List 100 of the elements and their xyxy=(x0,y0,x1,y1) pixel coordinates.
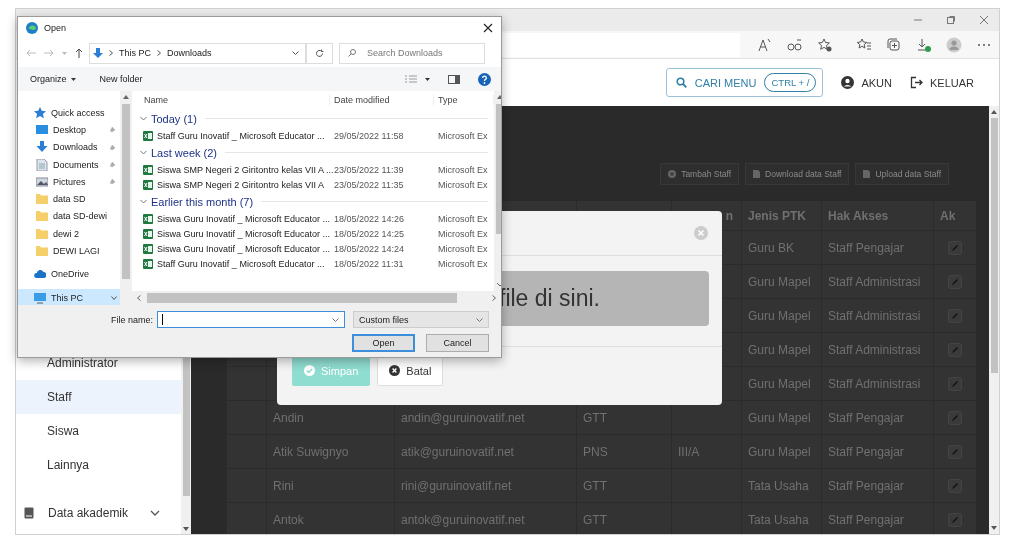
check-circle-icon xyxy=(304,365,315,376)
scrollbar-thumb[interactable] xyxy=(122,104,130,279)
group-header[interactable]: Today (1) xyxy=(140,109,494,128)
search-icon xyxy=(675,77,687,88)
translate-icon[interactable] xyxy=(787,36,803,53)
table-cell: rini@guruinovatif.net xyxy=(401,478,512,493)
chevron-down-icon xyxy=(150,510,160,516)
toolbar-button[interactable]: Tambah Staff xyxy=(660,163,740,185)
table-cell: Atik Suwignyo xyxy=(273,444,349,459)
table-cell: andin@guruinovatif.net xyxy=(401,410,525,425)
toolbar-button[interactable]: Download data Staff xyxy=(745,163,850,185)
logout-link[interactable]: KELUAR xyxy=(909,76,974,89)
nav-item[interactable]: dewi 2 xyxy=(18,225,120,243)
file-icon xyxy=(753,170,761,178)
scroll-right-icon[interactable] xyxy=(492,295,496,301)
column-header: Jenis PTK xyxy=(748,208,807,223)
file-name[interactable]: Staff Guru Inovatif _ Microsoft Educator ... xyxy=(157,130,325,141)
group-header[interactable]: Last week (2) xyxy=(140,143,494,162)
nav-item[interactable]: Desktop xyxy=(18,121,120,139)
open-button[interactable]: Open xyxy=(352,334,415,352)
table-cell: Staff Pengajar xyxy=(828,478,904,493)
file-name[interactable]: Siswa Guru Inovatif _ Microsoft Educator ... xyxy=(157,213,331,224)
chevron-down-icon xyxy=(140,115,147,122)
dropdown-icon[interactable] xyxy=(62,51,67,55)
profile-icon[interactable] xyxy=(946,36,962,53)
file-name[interactable]: Siswa SMP Negeri 2 Giritontro kelas VII A xyxy=(157,179,324,190)
nav-item[interactable]: Downloads xyxy=(18,138,120,156)
download-icon[interactable] xyxy=(916,36,932,53)
file-name-field[interactable] xyxy=(157,311,345,328)
folder-icon xyxy=(36,245,48,257)
collections-icon[interactable] xyxy=(886,36,902,53)
refresh-icon xyxy=(315,48,324,58)
breadcrumb[interactable]: This PC xyxy=(119,48,151,58)
scroll-down-icon[interactable] xyxy=(991,526,997,530)
file-type-dropdown[interactable]: Custom files xyxy=(353,311,489,328)
scrollbar-thumb[interactable] xyxy=(147,293,457,303)
nav-item[interactable]: Quick access xyxy=(18,104,120,122)
nav-item[interactable]: DEWI LAGI xyxy=(18,242,120,260)
spreadsheet-file-icon xyxy=(143,179,153,190)
sidebar-item[interactable]: Lainnya xyxy=(16,448,181,482)
sidebar-item[interactable]: Data akademik xyxy=(16,496,181,530)
scroll-down-icon[interactable] xyxy=(183,527,189,531)
nav-item[interactable]: data SD xyxy=(18,190,120,208)
caret-down-icon[interactable] xyxy=(425,77,430,81)
file-name[interactable]: Siswa SMP Negeri 2 Giritontro kelas VII A ... xyxy=(157,164,334,175)
address-field[interactable] xyxy=(502,32,740,57)
star-icon xyxy=(34,106,46,119)
sidebar-item[interactable]: Siswa xyxy=(16,414,181,448)
table-cell: Guru Mapel xyxy=(748,376,811,391)
star-add-icon[interactable] xyxy=(817,36,833,53)
up-icon[interactable] xyxy=(75,48,83,58)
read-aloud-icon[interactable] xyxy=(757,36,773,53)
column-header[interactable]: Name xyxy=(140,95,330,105)
new-folder-button[interactable]: New folder xyxy=(97,74,145,84)
logout-icon xyxy=(909,76,923,89)
account-link[interactable]: AKUN xyxy=(841,76,892,89)
file-type: Microsoft Ex xyxy=(437,228,489,239)
file-date: 23/05/2022 11:39 xyxy=(333,164,405,175)
forward-icon[interactable] xyxy=(44,49,54,57)
help-icon[interactable] xyxy=(478,72,491,86)
nav-item[interactable]: Documents xyxy=(18,155,120,174)
preview-pane-icon[interactable] xyxy=(448,74,460,84)
search-menu-button[interactable]: CARI MENU CTRL + / xyxy=(665,68,824,97)
scroll-left-icon[interactable] xyxy=(137,295,141,301)
table-cell: Staff Pengajar xyxy=(828,410,904,425)
cancel-button[interactable]: Cancel xyxy=(426,334,489,352)
restore-icon[interactable] xyxy=(946,15,956,25)
chevron-down-icon[interactable] xyxy=(292,51,299,55)
table-cell: Guru Mapel xyxy=(748,274,811,289)
nav-item[interactable]: data SD-dewi xyxy=(18,207,120,226)
table-cell: PNS xyxy=(583,444,608,459)
nav-item[interactable]: OneDrive xyxy=(18,265,120,283)
close-icon[interactable] xyxy=(483,23,493,33)
column-header[interactable]: Date modified xyxy=(330,95,434,105)
group-header[interactable]: Earlier this month (7) xyxy=(140,192,494,211)
search-field[interactable]: Search Downloads xyxy=(339,42,485,64)
organize-menu[interactable]: Organize xyxy=(28,74,78,84)
breadcrumb[interactable]: Downloads xyxy=(167,48,212,58)
table-cell: antok@guruinovatif.net xyxy=(401,512,525,527)
plus-circle-icon xyxy=(668,170,677,178)
toolbar-button[interactable]: Upload data Staff xyxy=(855,163,949,185)
scrollbar-thumb[interactable] xyxy=(990,118,998,373)
chevron-down-icon xyxy=(111,295,117,300)
file-name[interactable]: Staff Guru Inovatif _ Microsoft Educator ... xyxy=(157,258,325,269)
file-date: 29/05/2022 11:58 xyxy=(333,130,405,141)
file-name[interactable]: Siswa Guru Inovatif _ Microsoft Educator ... xyxy=(157,228,331,239)
nav-item[interactable]: This PC xyxy=(18,288,120,307)
address-bar[interactable]: This PC Downloads xyxy=(89,42,306,64)
scroll-up-icon[interactable] xyxy=(991,110,997,114)
back-icon[interactable] xyxy=(26,49,36,57)
file-name[interactable]: Siswa Guru Inovatif _ Microsoft Educator ... xyxy=(157,243,331,254)
favorites-icon[interactable] xyxy=(856,36,872,53)
table-cell: GTT xyxy=(583,410,607,425)
file-type: Microsoft Ex xyxy=(437,213,489,224)
refresh-button[interactable] xyxy=(306,42,333,64)
folder-icon xyxy=(36,210,48,223)
scroll-up-icon[interactable] xyxy=(123,95,129,99)
file-icon xyxy=(863,170,871,178)
sidebar-item[interactable]: Staff xyxy=(16,380,181,414)
nav-item[interactable]: Pictures xyxy=(18,173,120,191)
